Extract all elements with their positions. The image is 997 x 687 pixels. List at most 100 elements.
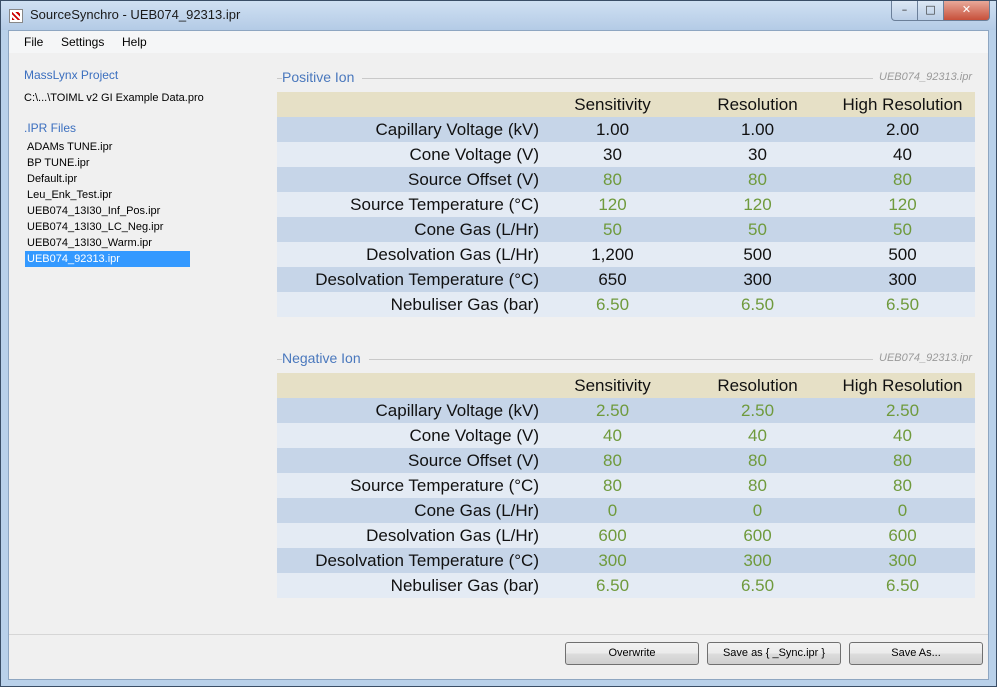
parameter-value[interactable]: 2.50 [685, 398, 830, 423]
parameter-value[interactable]: 300 [830, 267, 975, 292]
footer-divider [9, 634, 988, 635]
parameter-value[interactable]: 80 [830, 473, 975, 498]
parameter-value[interactable]: 80 [830, 448, 975, 473]
parameter-value[interactable]: 120 [685, 192, 830, 217]
ipr-files-heading: .IPR Files [24, 121, 77, 135]
parameter-value[interactable]: 600 [830, 523, 975, 548]
parameter-value[interactable]: 30 [540, 142, 685, 167]
parameter-value[interactable]: 50 [830, 217, 975, 242]
minimize-button[interactable]: – [891, 1, 918, 21]
ipr-file-item[interactable]: UEB074_13I30_Inf_Pos.ipr [25, 203, 190, 219]
parameter-value[interactable]: 80 [540, 167, 685, 192]
parameter-value[interactable]: 6.50 [540, 573, 685, 598]
parameter-value[interactable]: 6.50 [830, 292, 975, 317]
parameter-label: Nebuliser Gas (bar) [390, 576, 539, 595]
overwrite-button[interactable]: Overwrite [565, 642, 699, 665]
title-bar[interactable]: SourceSynchro - UEB074_92313.ipr – □ ✕ [1, 1, 996, 30]
column-header: High Resolution [842, 95, 963, 114]
menu-help[interactable]: Help [122, 35, 147, 49]
negative-ion-table: Sensitivity Resolution High Resolution Capi… [277, 373, 975, 598]
parameter-value[interactable]: 80 [685, 448, 830, 473]
sidebar: MassLynx Project C:\...\TOIML v2 GI Exam… [9, 53, 269, 633]
parameter-value[interactable]: 80 [685, 167, 830, 192]
client-area: File Settings Help MassLynx Project C:\.… [8, 30, 989, 680]
parameter-value[interactable]: 80 [685, 473, 830, 498]
table-row: Desolvation Temperature (°C) 650 300 300 [277, 267, 975, 292]
parameter-value[interactable]: 120 [540, 192, 685, 217]
maximize-button[interactable]: □ [918, 1, 944, 21]
parameter-value[interactable]: 30 [685, 142, 830, 167]
section-divider [277, 78, 877, 79]
table-row: Desolvation Gas (L/Hr) 1,200 500 500 [277, 242, 975, 267]
ipr-file-item[interactable]: BP TUNE.ipr [25, 155, 190, 171]
parameter-value[interactable]: 300 [685, 548, 830, 573]
ipr-file-item[interactable]: UEB074_92313.ipr [25, 251, 190, 267]
parameter-value[interactable]: 0 [685, 498, 830, 523]
header-spacer [277, 92, 539, 117]
parameter-value[interactable]: 500 [830, 242, 975, 267]
parameter-value[interactable]: 40 [830, 423, 975, 448]
app-icon[interactable] [9, 9, 23, 23]
negative-ion-filename: UEB074_92313.ipr [873, 352, 972, 364]
menu-bar: File Settings Help [9, 31, 988, 53]
parameter-value[interactable]: 40 [830, 142, 975, 167]
header-spacer [277, 373, 539, 398]
parameter-value[interactable]: 6.50 [540, 292, 685, 317]
parameter-value[interactable]: 40 [540, 423, 685, 448]
parameter-value[interactable]: 600 [685, 523, 830, 548]
column-header: Sensitivity [574, 95, 651, 114]
parameter-value[interactable]: 1.00 [685, 117, 830, 142]
parameter-value[interactable]: 1,200 [540, 242, 685, 267]
menu-settings[interactable]: Settings [61, 35, 104, 49]
parameter-label: Capillary Voltage (kV) [375, 401, 539, 420]
parameter-value[interactable]: 80 [540, 473, 685, 498]
ipr-file-list[interactable]: ADAMs TUNE.ipr BP TUNE.ipr Default.ipr Leu_… [25, 139, 190, 267]
table-row: Nebuliser Gas (bar) 6.50 6.50 6.50 [277, 292, 975, 317]
negative-ion-title: Negative Ion [282, 350, 369, 366]
table-row: Desolvation Temperature (°C) 300 300 300 [277, 548, 975, 573]
table-row: Source Offset (V) 80 80 80 [277, 448, 975, 473]
parameter-value[interactable]: 2.00 [830, 117, 975, 142]
parameter-label: Source Offset (V) [407, 451, 539, 470]
parameter-value[interactable]: 0 [540, 498, 685, 523]
close-button[interactable]: ✕ [944, 1, 990, 21]
ipr-file-item[interactable]: ADAMs TUNE.ipr [25, 139, 190, 155]
ipr-file-item[interactable]: UEB074_13I30_Warm.ipr [25, 235, 190, 251]
parameter-value[interactable]: 80 [540, 448, 685, 473]
parameter-value[interactable]: 500 [685, 242, 830, 267]
column-header: Resolution [717, 95, 798, 114]
save-sync-button[interactable]: Save as { _Sync.ipr } [707, 642, 841, 665]
parameter-label: Source Offset (V) [407, 170, 539, 189]
parameter-value[interactable]: 6.50 [685, 292, 830, 317]
ipr-file-item[interactable]: Leu_Enk_Test.ipr [25, 187, 190, 203]
parameter-value[interactable]: 2.50 [540, 398, 685, 423]
parameter-value[interactable]: 120 [830, 192, 975, 217]
parameter-value[interactable]: 50 [685, 217, 830, 242]
parameter-value[interactable]: 2.50 [830, 398, 975, 423]
parameter-value[interactable]: 650 [540, 267, 685, 292]
ipr-file-item[interactable]: UEB074_13I30_LC_Neg.ipr [25, 219, 190, 235]
parameter-value[interactable]: 6.50 [685, 573, 830, 598]
ipr-file-item[interactable]: Default.ipr [25, 171, 190, 187]
menu-file[interactable]: File [24, 35, 43, 49]
parameter-value[interactable]: 600 [540, 523, 685, 548]
parameter-value[interactable]: 50 [540, 217, 685, 242]
table-row: Source Temperature (°C) 120 120 120 [277, 192, 975, 217]
parameter-value[interactable]: 80 [830, 167, 975, 192]
table-header-row: Sensitivity Resolution High Resolution [277, 92, 975, 117]
parameter-value[interactable]: 1.00 [540, 117, 685, 142]
parameter-value[interactable]: 300 [830, 548, 975, 573]
parameter-value[interactable]: 6.50 [830, 573, 975, 598]
parameter-label: Cone Voltage (V) [409, 426, 539, 445]
table-row: Source Temperature (°C) 80 80 80 [277, 473, 975, 498]
column-header: High Resolution [842, 376, 963, 395]
parameter-value[interactable]: 300 [540, 548, 685, 573]
parameter-value[interactable]: 300 [685, 267, 830, 292]
parameter-label: Desolvation Temperature (°C) [315, 270, 539, 289]
save-as-button[interactable]: Save As... [849, 642, 983, 665]
table-row: Capillary Voltage (kV) 2.50 2.50 2.50 [277, 398, 975, 423]
parameter-value[interactable]: 40 [685, 423, 830, 448]
parameter-label: Cone Gas (L/Hr) [414, 220, 539, 239]
parameter-value[interactable]: 0 [830, 498, 975, 523]
parameter-label: Source Temperature (°C) [350, 195, 539, 214]
